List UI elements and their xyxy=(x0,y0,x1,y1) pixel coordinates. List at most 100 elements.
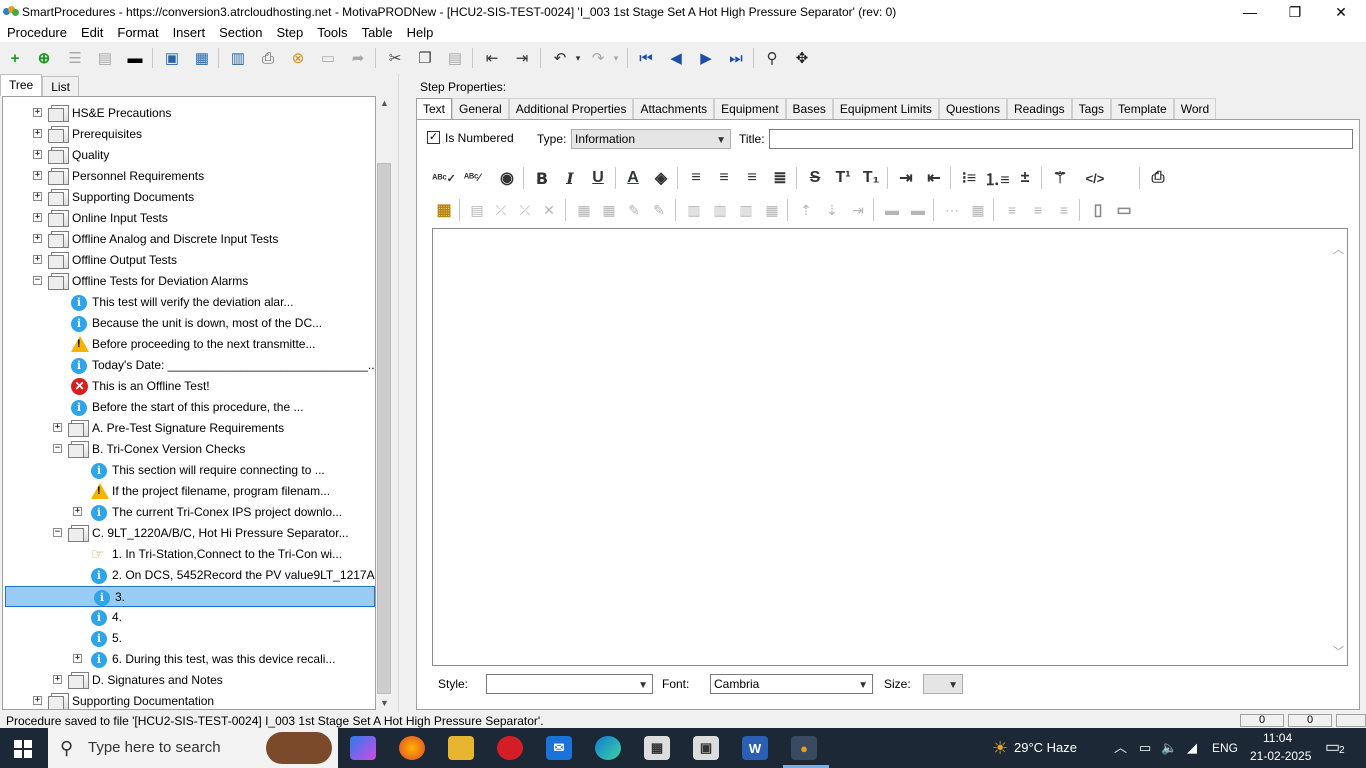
last-step-icon[interactable]: ⏭ xyxy=(726,49,746,67)
title-input[interactable] xyxy=(769,129,1353,149)
scroll-up-icon[interactable]: ▲ xyxy=(380,98,389,108)
weather-text[interactable]: 29°C Haze xyxy=(1014,728,1077,768)
network-icon[interactable]: ◢ xyxy=(1187,728,1197,768)
print-icon[interactable]: ⎙ xyxy=(258,49,278,67)
move-icon[interactable]: ✥ xyxy=(792,49,812,67)
tree-row[interactable]: + Online Input Tests xyxy=(3,208,375,229)
scroll-down-icon[interactable]: ﹀ xyxy=(1333,643,1344,659)
justify-icon[interactable]: ≣ xyxy=(769,167,791,189)
tree-row[interactable]: ! Before proceeding to the next transmitt… xyxy=(3,334,375,355)
tree-row[interactable]: i Because the unit is down, most of the D… xyxy=(3,313,375,334)
menu-tools[interactable]: Tools xyxy=(310,24,354,42)
html-source-icon[interactable]: </> xyxy=(1084,167,1106,189)
font-select[interactable]: Cambria ▼ xyxy=(710,674,873,694)
windows-start-icon[interactable] xyxy=(14,740,32,758)
tree-row[interactable]: − B. Tri-Conex Version Checks xyxy=(3,439,375,460)
expand-icon[interactable]: + xyxy=(33,255,42,264)
expand-icon[interactable]: + xyxy=(33,108,42,117)
tree-row[interactable]: i 4. xyxy=(3,607,375,628)
add-step-icon[interactable]: + xyxy=(5,49,25,67)
menu-format[interactable]: Format xyxy=(110,24,165,42)
delete-column-icon[interactable]: ✕ xyxy=(538,199,560,221)
tab-tags[interactable]: Tags xyxy=(1071,98,1112,119)
minimize-button[interactable]: — xyxy=(1227,0,1273,24)
tree-row[interactable]: i Today's Date: _________________________… xyxy=(3,355,375,376)
clock-time[interactable]: 11:04 xyxy=(1263,731,1292,745)
undo-icon[interactable]: ↶ xyxy=(550,49,570,67)
tree-scroll-thumb[interactable] xyxy=(377,163,391,694)
tree-row[interactable]: + Offline Analog and Discrete Input Tests xyxy=(3,229,375,250)
cell-padding-icon[interactable]: ⋯ xyxy=(941,199,963,221)
expand-icon[interactable]: + xyxy=(53,423,62,432)
tab-attachments[interactable]: Attachments xyxy=(633,98,715,119)
style-select[interactable]: ▼ xyxy=(486,674,653,694)
image-icon[interactable]: ▭ xyxy=(318,49,338,67)
tree-row[interactable]: i Before the start of this procedure, the… xyxy=(3,397,375,418)
expand-icon[interactable]: + xyxy=(33,129,42,138)
tree-row[interactable]: i This test will verify the deviation ala… xyxy=(3,292,375,313)
tab-general[interactable]: General xyxy=(452,98,509,119)
save-icon[interactable]: ▦ xyxy=(192,49,212,67)
redo-icon[interactable]: ↷ xyxy=(588,49,608,67)
next-step-icon[interactable]: ▶ xyxy=(696,49,716,67)
tree-row[interactable]: i 5. xyxy=(3,628,375,649)
horizontal-line-icon[interactable]: ± xyxy=(1014,167,1036,189)
align-right-icon[interactable]: ≡ xyxy=(741,167,763,189)
expand-icon[interactable]: + xyxy=(33,696,42,705)
tab-bases[interactable]: Bases xyxy=(785,98,833,119)
procedure-tree[interactable]: + HS&E Precautions + Prerequisites + Quality +… xyxy=(2,96,376,710)
subscript-icon[interactable]: T₁ xyxy=(860,167,882,189)
tree-row[interactable]: ! If the project filename, program filena… xyxy=(3,481,375,502)
tree-row[interactable]: i This section will require connecting to… xyxy=(3,460,375,481)
table-properties-icon[interactable]: ▤ xyxy=(466,199,488,221)
tree-row[interactable]: + D. Signatures and Notes xyxy=(3,670,375,691)
insert-section-icon[interactable]: ☰ xyxy=(65,49,85,67)
opera-icon[interactable] xyxy=(497,736,523,760)
battery-icon[interactable]: ▭ xyxy=(1139,728,1151,768)
align-center-icon[interactable]: ≡ xyxy=(713,167,735,189)
expand-icon[interactable]: + xyxy=(33,213,42,222)
move-column-icon[interactable]: ⇥ xyxy=(847,199,869,221)
tree-row[interactable]: + HS&E Precautions xyxy=(3,103,375,124)
scroll-down-icon[interactable]: ▼ xyxy=(380,698,389,708)
tree-row[interactable]: − Offline Tests for Deviation Alarms xyxy=(3,271,375,292)
tab-text[interactable]: Text xyxy=(416,98,453,119)
firefox-icon[interactable] xyxy=(399,736,425,760)
first-step-icon[interactable]: ⏮ xyxy=(636,49,656,67)
valign-top-icon[interactable]: ≡ xyxy=(1001,199,1023,221)
row-height-icon[interactable]: ▬ xyxy=(881,199,903,221)
undo-dropdown-icon[interactable]: ▾ xyxy=(568,49,588,67)
editor-scrollbar[interactable]: ︿ ﹀ xyxy=(1330,229,1347,665)
tree-row[interactable]: − C. 9LT_1220A/B/C, Hot Hi Pressure Separ… xyxy=(3,523,375,544)
close-button[interactable]: ✕ xyxy=(1318,0,1364,24)
menu-procedure[interactable]: Procedure xyxy=(0,24,74,42)
tab-equipment[interactable]: Equipment xyxy=(714,98,786,119)
language-indicator[interactable]: ENG xyxy=(1212,728,1238,768)
copilot-icon[interactable] xyxy=(350,736,376,760)
expand-icon[interactable]: + xyxy=(33,171,42,180)
merge-cells-icon[interactable]: ▦ xyxy=(761,199,783,221)
outdent-icon[interactable]: ⇤ xyxy=(482,49,502,67)
delete-row-icon[interactable]: ⤫ xyxy=(514,199,536,221)
tab-list[interactable]: List xyxy=(42,76,79,96)
collapse-icon[interactable]: − xyxy=(53,444,62,453)
forward-icon[interactable]: ➦ xyxy=(348,49,368,67)
mail-icon[interactable]: ✉ xyxy=(546,736,572,760)
pane-splitter[interactable] xyxy=(398,74,408,712)
italic-icon[interactable]: I xyxy=(559,167,581,189)
increase-indent-icon[interactable]: ⇥ xyxy=(895,167,917,189)
tab-tree[interactable]: Tree xyxy=(0,74,43,96)
spellcheck-icon[interactable]: ᴬᴮᶜ✓ xyxy=(432,167,456,189)
word-icon[interactable]: W xyxy=(742,736,768,760)
is-numbered-checkbox[interactable]: ✓ xyxy=(427,131,440,144)
menu-section[interactable]: Section xyxy=(212,24,269,42)
show-hidden-icons-icon[interactable]: ︿ xyxy=(1114,728,1127,768)
print-preview-icon[interactable]: ⎙ xyxy=(1147,167,1169,189)
magic-wand-icon[interactable]: ⚚ xyxy=(1049,167,1071,189)
move-row-up-icon[interactable]: ⇡ xyxy=(795,199,817,221)
tree-row[interactable]: + Personnel Requirements xyxy=(3,166,375,187)
insert-column-left-icon[interactable]: ▥ xyxy=(683,199,705,221)
file-explorer-icon[interactable] xyxy=(448,736,474,760)
superscript-icon[interactable]: T¹ xyxy=(832,167,854,189)
insert-table-icon[interactable]: ▦ xyxy=(433,199,455,221)
